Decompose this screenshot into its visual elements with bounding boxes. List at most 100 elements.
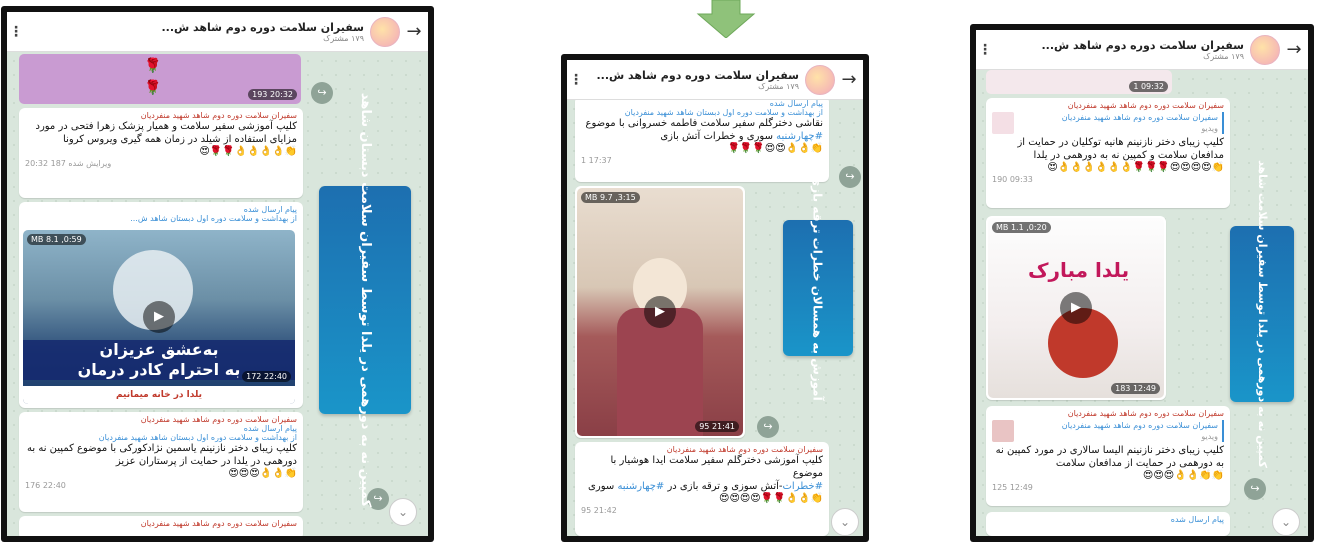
video-thumbnail[interactable]: 3:15, 9.7 MB ▶ 95 21:41 xyxy=(577,188,743,436)
play-icon[interactable]: ▶ xyxy=(644,296,676,328)
channel-avatar[interactable] xyxy=(370,16,400,47)
phone-middle: → سفیران سلامت دوره دوم شاهد ش... ۱۷۹ مش… xyxy=(561,54,869,542)
channel-title[interactable]: سفیران سلامت دوره دوم شاهد ش... xyxy=(589,69,800,82)
message-emoji: 👏👌👌👌👌🌹🌹😍 xyxy=(199,146,297,157)
video-thumbnail[interactable]: 🌹 🌹 193 20:32 xyxy=(19,54,301,104)
message-emoji: 👏👏👌👌😍😍😍 xyxy=(1142,470,1224,481)
image-thumbnail[interactable]: 1 09:32 xyxy=(986,70,1172,94)
campaign-banner: کمپین نه به دورهمی در یلدا توسط سفیران س… xyxy=(319,93,411,507)
message-meta: 95 21:42 xyxy=(581,506,617,515)
reply-type: ویدیو xyxy=(1201,432,1218,441)
sender-name: سفیران سلامت دوره دوم شاهد شهید منفردیان xyxy=(1067,409,1224,418)
sender-name: سفیران سلامت دوره دوم شاهد شهید منفردیان xyxy=(140,111,297,120)
channel-title[interactable]: سفیران سلامت دوره دوم شاهد ش... xyxy=(29,21,365,34)
forwarded-label: پیام ارسال شده xyxy=(243,424,297,433)
message-bubble[interactable]: پیام ارسال شده xyxy=(986,512,1230,536)
message-text: نقاشی دخترگلم سفیر سلامت فاطمه خسروانی ب… xyxy=(585,118,824,129)
forward-source[interactable]: از بهداشت و سلامت دوره اول دبستان شاهد ش… xyxy=(581,108,823,117)
chat-screen: → سفیران سلامت دوره دوم شاهد ش... ۱۷۹ مش… xyxy=(976,30,1308,536)
message-emoji: 👏😍😍😍😍🌹🌹🌹👌👌👌👌👌👌😍 xyxy=(1047,162,1224,173)
back-arrow-icon[interactable]: → xyxy=(841,69,857,90)
channel-avatar[interactable] xyxy=(805,64,835,95)
hashtag-link[interactable]: #چهارشنبه xyxy=(617,481,664,492)
video-badge: 0:20, 1.1 MB xyxy=(992,222,1051,233)
reply-thumbnail xyxy=(992,112,1014,134)
scroll-down-button[interactable]: ⌄ xyxy=(1272,508,1300,536)
message-bubble[interactable]: سفیران سلامت دوره دوم شاهد شهید منفردیان… xyxy=(19,412,303,512)
forward-source[interactable]: از بهداشت و سلامت دوره اول دبستان شاهد ش… xyxy=(25,433,297,442)
video-caption: یلدا مبارک xyxy=(1028,258,1130,282)
message-text: سوری xyxy=(588,481,615,492)
back-arrow-icon[interactable]: → xyxy=(406,21,422,42)
video-badge: 3:15, 9.7 MB xyxy=(581,192,640,203)
video-views-time: 172 22:40 xyxy=(242,371,291,382)
video-views-time: 183 12:49 xyxy=(1111,383,1160,394)
forwarded-label: پیام ارسال شده xyxy=(1170,515,1224,524)
share-button[interactable]: ↪ xyxy=(757,416,779,438)
reply-sender: سفیران سلامت دوره دوم شاهد شهید منفردیان xyxy=(1061,421,1218,430)
banner-text: کمپین نه به دورهمی در یلدا توسط سفیران س… xyxy=(1255,160,1269,468)
video-thumbnail[interactable]: یلدا مبارک 0:20, 1.1 MB ▶ 183 12:49 xyxy=(988,218,1164,398)
message-bubble[interactable]: سفیران سلامت دوره دوم شاهد شهید منفردیان… xyxy=(19,108,303,198)
sender-name: سفیران سلامت دوره دوم شاهد شهید منفردیان xyxy=(140,519,297,528)
share-button[interactable]: ↪ xyxy=(311,82,333,104)
scroll-down-button[interactable]: ⌄ xyxy=(389,498,417,526)
share-button[interactable]: ↪ xyxy=(839,166,861,188)
message-bubble[interactable]: 3:15, 9.7 MB ▶ 95 21:41 xyxy=(575,186,745,438)
campaign-banner: آموزش به همسالان خطرات ترقه بازی xyxy=(783,175,853,401)
video-caption: به‌عشق عزیزان xyxy=(99,340,219,359)
message-meta: 190 09:33 xyxy=(992,175,1033,184)
play-icon[interactable]: ▶ xyxy=(143,301,175,333)
message-text: کلیپ آموزشی دخترگلم سفیر سلامت ایدا هوشی… xyxy=(610,455,823,479)
subscriber-count: ۱۷۹ مشترک xyxy=(1203,51,1244,61)
more-menu-icon[interactable]: ⋮ xyxy=(569,72,583,88)
rose-icon: 🌹 xyxy=(144,58,162,74)
chat-header: → سفیران سلامت دوره دوم شاهد ش... ۱۷۹ مش… xyxy=(7,12,428,52)
share-button[interactable]: ↪ xyxy=(1244,478,1266,500)
message-meta: ویرایش شده 187 20:32 xyxy=(25,159,112,168)
phone-right: → سفیران سلامت دوره دوم شاهد ش... ۱۷۹ مش… xyxy=(970,24,1314,542)
message-bubble[interactable]: سفیران سلامت دوره دوم شاهد شهید منفردیان… xyxy=(575,442,829,536)
forwarded-label: پیام ارسال شده xyxy=(243,205,297,214)
video-views-time: 193 20:32 xyxy=(248,89,297,100)
message-bubble[interactable]: سفیران سلامت دوره دوم شاهد شهید منفردیان xyxy=(19,516,303,536)
message-text: سوری و خطرات آتش بازی xyxy=(660,131,773,142)
message-text: آتش سوزی و ترقه بازی در xyxy=(667,481,779,492)
more-menu-icon[interactable]: ⋮ xyxy=(9,24,23,40)
message-text: کلیپ زیبای دختر نازنینم الیسا سالاری در … xyxy=(995,445,1224,469)
message-emoji: 👏👌👌😍😍🌹🌹🌹 xyxy=(727,143,823,154)
hashtag-link[interactable]: #چهارشنبه xyxy=(776,131,823,142)
message-emoji: 👏👌👌😍😍😍 xyxy=(228,468,297,479)
message-text: کلیپ زیبای دختر نازنینم هانیه توکلیان در… xyxy=(1017,137,1224,161)
banner-text: کمپین نه به دورهمی در یلدا توسط سفیران س… xyxy=(358,92,373,508)
sender-name: سفیران سلامت دوره دوم شاهد شهید منفردیان xyxy=(1067,101,1224,110)
message-bubble[interactable]: پیام ارسال شده از بهداشت و سلامت دوره او… xyxy=(575,96,829,182)
video-badge: 0:59, 8.1 MB xyxy=(27,234,86,245)
scroll-down-button[interactable]: ⌄ xyxy=(831,508,859,536)
subscriber-count: ۱۷۹ مشترک xyxy=(758,81,799,91)
message-bubble[interactable]: یلدا مبارک 0:20, 1.1 MB ▶ 183 12:49 xyxy=(986,216,1166,400)
message-text: کلیپ آموزشی سفیر سلامت و همیار پزشک زهرا… xyxy=(35,121,297,145)
message-bubble[interactable]: سفیران سلامت دوره دوم شاهد شهید منفردیان… xyxy=(986,406,1230,506)
more-menu-icon[interactable]: ⋮ xyxy=(978,42,992,58)
hashtag-link[interactable]: #خطرات xyxy=(783,481,823,492)
message-bubble[interactable]: سفیران سلامت دوره دوم شاهد شهید منفردیان… xyxy=(986,98,1230,208)
back-arrow-icon[interactable]: → xyxy=(1286,39,1302,60)
rose-icon: 🌹 xyxy=(144,80,162,96)
forwarded-label: پیام ارسال شده xyxy=(769,99,823,108)
collage: ▰▰ → سفیران سلامت دوره دوم شاهد ش... ۱۷۹… xyxy=(0,0,1319,542)
message-meta: 176 22:40 xyxy=(25,481,66,490)
campaign-banner: کمپین نه به دورهمی در یلدا توسط سفیران س… xyxy=(1230,160,1294,468)
chat-header: → سفیران سلامت دوره دوم شاهد ش... ۱۷۹ مش… xyxy=(567,60,863,100)
chat-screen: → سفیران سلامت دوره دوم شاهد ش... ۱۷۹ مش… xyxy=(7,12,428,536)
reply-sender: سفیران سلامت دوره دوم شاهد شهید منفردیان xyxy=(1061,113,1218,122)
message-bubble[interactable]: پیام ارسال شده از بهداشت و سلامت دوره او… xyxy=(19,202,303,408)
video-thumbnail[interactable]: به‌عشق عزیزان به احترام کادر درمان یلدا … xyxy=(23,230,295,404)
reply-type: ویدیو xyxy=(1201,124,1218,133)
play-icon[interactable]: ▶ xyxy=(1060,292,1092,324)
sender-name: سفیران سلامت دوره دوم شاهد شهید منفردیان xyxy=(140,415,297,424)
channel-avatar[interactable] xyxy=(1250,34,1280,65)
channel-title[interactable]: سفیران سلامت دوره دوم شاهد ش... xyxy=(998,39,1245,52)
chat-header: → سفیران سلامت دوره دوم شاهد ش... ۱۷۹ مش… xyxy=(976,30,1308,70)
forward-source[interactable]: از بهداشت و سلامت دوره اول دبستان شاهد ش… xyxy=(25,214,297,223)
